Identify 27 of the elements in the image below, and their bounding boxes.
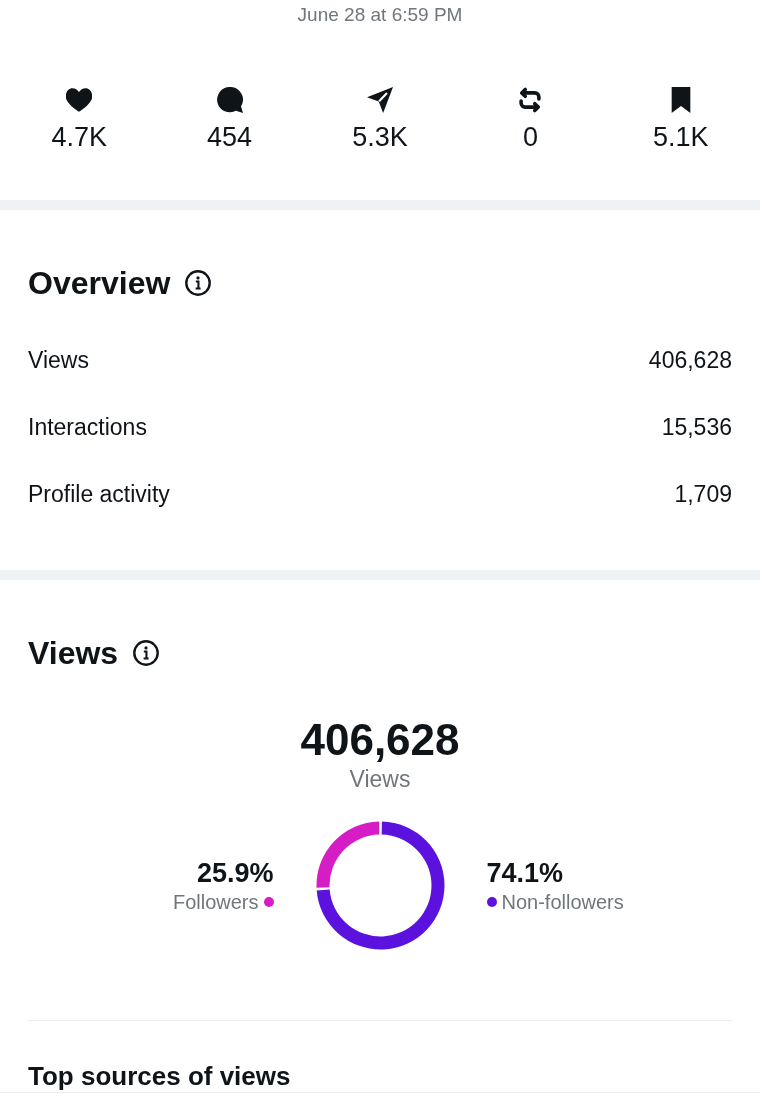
- info-icon[interactable]: [185, 270, 212, 296]
- legend-percentage: 25.9%: [196, 857, 274, 888]
- legend-label: Non-followers: [501, 889, 624, 914]
- stat-count: 5.3K: [352, 121, 408, 153]
- total-views-label: Views: [349, 765, 411, 793]
- metric-value: 15,536: [661, 414, 732, 441]
- stat-count: 4.7K: [51, 121, 107, 153]
- repost-icon: [517, 87, 544, 113]
- metric-label: Views: [28, 347, 89, 374]
- stat-count: 0: [522, 121, 538, 153]
- legend-label: Followers: [172, 889, 259, 914]
- section-title: Views: [28, 634, 119, 672]
- metric-label: Interactions: [28, 414, 147, 441]
- chat-bubble-icon: [216, 87, 243, 113]
- metric-value: 406,628: [648, 347, 732, 374]
- section-title: Overview: [28, 264, 171, 302]
- info-icon[interactable]: [133, 640, 160, 666]
- stat-count: 5.1K: [653, 121, 709, 153]
- paper-plane-icon: [367, 87, 393, 113]
- timestamp-text: June 28 at 6:59 PM: [297, 4, 463, 26]
- metric-value: 1,709: [674, 481, 732, 508]
- metric-label: Profile activity: [28, 481, 170, 508]
- stat-count: 454: [207, 121, 253, 153]
- section-title: Top sources of views: [28, 1060, 291, 1092]
- legend-percentage: 74.1%: [486, 857, 564, 888]
- heart-icon: [66, 87, 93, 113]
- total-views-count: 406,628: [300, 714, 460, 766]
